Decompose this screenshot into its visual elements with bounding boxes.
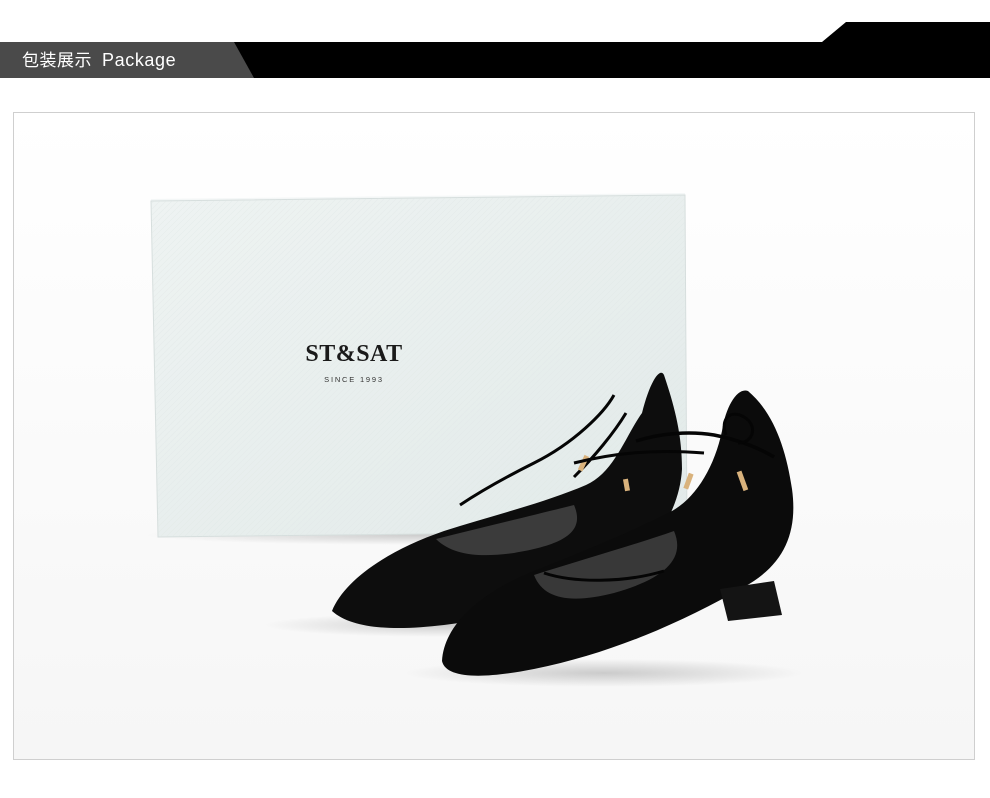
package-photo-frame: ST&SAT SINCE 1993 — [13, 112, 975, 760]
section-header: 包装展示 Package — [0, 0, 990, 80]
package-photo — [14, 113, 974, 759]
section-title: 包装展示 Package — [22, 42, 176, 78]
box-brand-since: SINCE 1993 — [324, 375, 384, 384]
box-brand-logo: ST&SAT — [305, 341, 403, 367]
section-title-en: Package — [102, 50, 177, 70]
section-title-cn: 包装展示 — [22, 51, 92, 71]
